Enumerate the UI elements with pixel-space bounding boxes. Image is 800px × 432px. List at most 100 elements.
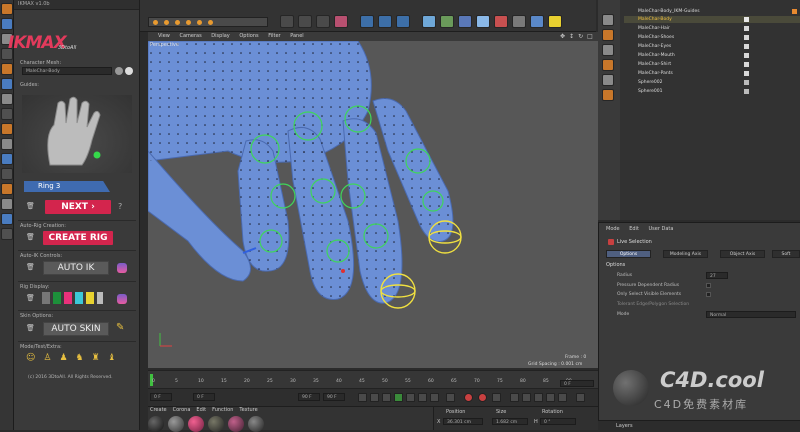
material-menu-corona[interactable]: Corona bbox=[173, 407, 191, 413]
coord-system-icon[interactable] bbox=[334, 15, 348, 28]
material-menu-texture[interactable]: Texture bbox=[239, 407, 257, 413]
cube-icon[interactable] bbox=[422, 15, 436, 28]
auto-skin-button[interactable]: AUTO SKIN bbox=[43, 322, 109, 336]
viewport-menu-display[interactable]: Display bbox=[211, 33, 229, 39]
ik-color-icon[interactable] bbox=[117, 263, 127, 273]
snap-button[interactable] bbox=[1, 153, 13, 165]
key-icon[interactable] bbox=[186, 20, 191, 25]
prev-key-button[interactable] bbox=[370, 393, 379, 402]
current-frame-field[interactable]: 0 F bbox=[560, 380, 594, 387]
points-mode-button[interactable] bbox=[1, 63, 13, 75]
attr-menu-edit[interactable]: Edit bbox=[629, 226, 639, 232]
visible-only-checkbox[interactable] bbox=[706, 292, 711, 297]
material-menu-function[interactable]: Function bbox=[212, 407, 233, 413]
viewport-menu-view[interactable]: View bbox=[158, 33, 170, 39]
workplane-button[interactable] bbox=[1, 168, 13, 180]
mode-dropdown[interactable]: Normal bbox=[706, 311, 796, 318]
help-icon[interactable]: ? bbox=[118, 202, 122, 211]
viewport-menu-filter[interactable]: Filter bbox=[268, 33, 280, 39]
display-green-swatch[interactable] bbox=[53, 292, 61, 304]
auto-ik-button[interactable]: AUTO IK bbox=[43, 261, 109, 275]
key-icon[interactable] bbox=[175, 20, 180, 25]
tag-icon[interactable] bbox=[744, 80, 749, 85]
texture-mode-button[interactable] bbox=[1, 123, 13, 135]
key-icon[interactable] bbox=[208, 20, 213, 25]
tag-icon[interactable] bbox=[744, 89, 749, 94]
mode-walk-icon[interactable]: ♟ bbox=[59, 353, 67, 363]
locked-workplane-button[interactable] bbox=[1, 183, 13, 195]
mode-figure-icon[interactable]: ♙ bbox=[43, 353, 51, 363]
autokey-button[interactable] bbox=[478, 393, 487, 402]
tool-icon[interactable] bbox=[602, 59, 614, 71]
render-picture-icon[interactable] bbox=[378, 15, 392, 28]
viewport-solo-button[interactable] bbox=[1, 228, 13, 240]
tool-icon[interactable] bbox=[602, 44, 614, 56]
trash-icon[interactable]: 🗑 bbox=[26, 324, 35, 332]
viewport-menu-options[interactable]: Options bbox=[239, 33, 258, 39]
camera-icon[interactable] bbox=[530, 15, 544, 28]
trash-icon[interactable]: 🗑 bbox=[26, 263, 35, 271]
select-tool-button[interactable] bbox=[1, 18, 13, 30]
deformer-icon[interactable] bbox=[494, 15, 508, 28]
key-param-button[interactable] bbox=[546, 393, 555, 402]
trash-icon[interactable]: 🗑 bbox=[26, 294, 35, 302]
3d-viewport[interactable] bbox=[148, 41, 598, 368]
pick-mesh-icon[interactable] bbox=[115, 67, 123, 75]
attr-menu-userdata[interactable]: User Data bbox=[649, 226, 674, 232]
timeline-ruler[interactable]: 0 5 10 15 20 25 30 35 40 45 50 55 60 65 … bbox=[148, 370, 598, 388]
tab-options[interactable]: Options bbox=[606, 250, 651, 258]
keyframe-selection-button[interactable] bbox=[492, 393, 501, 402]
next-key-button[interactable] bbox=[418, 393, 427, 402]
mode-anim-icon[interactable]: ♜ bbox=[92, 353, 100, 363]
pan-icon[interactable]: ✥ bbox=[560, 33, 565, 40]
tab-object-axis[interactable]: Object Axis bbox=[720, 250, 765, 258]
loop-button[interactable] bbox=[446, 393, 455, 402]
scene-icon[interactable] bbox=[512, 15, 526, 28]
tag-icon[interactable] bbox=[744, 44, 749, 49]
go-start-button[interactable] bbox=[358, 393, 367, 402]
display-yellow-swatch[interactable] bbox=[86, 292, 94, 304]
model-mode-button[interactable] bbox=[1, 108, 13, 120]
character-mesh-field[interactable]: MaleChar-Body bbox=[22, 67, 112, 75]
tag-icon[interactable] bbox=[744, 62, 749, 67]
material-menu-create[interactable]: Create bbox=[150, 407, 167, 413]
radius-field[interactable]: 27 bbox=[706, 272, 728, 279]
object-row[interactable]: Sphere001 bbox=[624, 88, 800, 95]
viewport-menu-cameras[interactable]: Cameras bbox=[179, 33, 201, 39]
preview-start-field[interactable]: 0 F bbox=[193, 393, 215, 401]
mode-character-icon[interactable]: ☺ bbox=[26, 353, 35, 363]
tag-icon[interactable] bbox=[744, 26, 749, 31]
tag-icon[interactable] bbox=[744, 35, 749, 40]
next-button[interactable]: NEXT › bbox=[45, 200, 111, 214]
tag-icon[interactable] bbox=[744, 17, 749, 22]
go-end-button[interactable] bbox=[430, 393, 439, 402]
sculpt-button[interactable] bbox=[1, 198, 13, 210]
display-pink-swatch[interactable] bbox=[64, 292, 72, 304]
pen-icon[interactable] bbox=[440, 15, 454, 28]
rotation-h-field[interactable]: 0 ° bbox=[540, 418, 576, 425]
key-scale-button[interactable] bbox=[534, 393, 543, 402]
maximize-icon[interactable]: □ bbox=[587, 33, 593, 40]
object-row[interactable]: MaleChar-Body_IKM-Guides bbox=[624, 8, 800, 15]
mode-pose-icon[interactable]: ♞ bbox=[76, 353, 84, 363]
key-position-button[interactable] bbox=[510, 393, 519, 402]
tag-icon[interactable] bbox=[744, 71, 749, 76]
render-settings-icon[interactable] bbox=[396, 15, 410, 28]
solo-button[interactable] bbox=[1, 213, 13, 225]
tab-modeling-axis[interactable]: Modeling Axis bbox=[663, 250, 708, 258]
display-gray-swatch[interactable] bbox=[42, 292, 50, 304]
ring-guide-marker[interactable] bbox=[93, 151, 101, 159]
zoom-icon[interactable]: ↕ bbox=[569, 33, 574, 40]
tool-icon[interactable] bbox=[602, 14, 614, 26]
edges-mode-button[interactable] bbox=[1, 78, 13, 90]
x-axis-icon[interactable] bbox=[280, 15, 294, 28]
orbit-icon[interactable]: ↻ bbox=[578, 33, 583, 40]
key-rotation-button[interactable] bbox=[522, 393, 531, 402]
rig-color-icon[interactable] bbox=[117, 294, 127, 304]
timeline-menu-button[interactable] bbox=[576, 393, 585, 402]
object-row[interactable]: MaleChar-Hair bbox=[624, 25, 800, 32]
record-button[interactable] bbox=[464, 393, 473, 402]
tool-icon[interactable] bbox=[602, 74, 614, 86]
reset-mesh-icon[interactable] bbox=[125, 67, 133, 75]
tag-icon[interactable] bbox=[792, 9, 797, 14]
